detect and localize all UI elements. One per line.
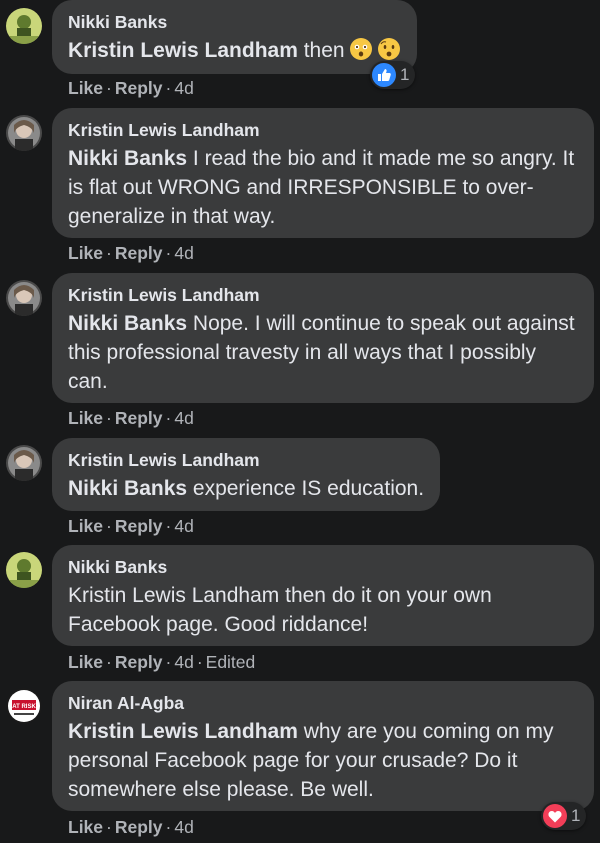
comment-author[interactable]: Nikki Banks (68, 11, 401, 33)
timestamp[interactable]: 4d (174, 243, 193, 263)
avatar-kristin-lewis-landham[interactable] (6, 115, 42, 151)
like-button[interactable]: Like (68, 652, 103, 672)
comment-actions: Like · Reply · 4d (68, 243, 194, 263)
avatar-nikki-banks[interactable] (6, 8, 42, 44)
comment-text: Nikki Banks experience IS education. (68, 477, 425, 500)
reply-button[interactable]: Reply (115, 516, 163, 536)
comment-text: Nikki Banks Nope. I will continue to spe… (68, 312, 575, 393)
comment-author[interactable]: Niran Al-Agba (68, 692, 578, 714)
reaction-count: 1 (571, 806, 581, 825)
comment-bubble: Kristin Lewis Landham Nikki Banks experi… (52, 438, 441, 511)
comment-actions: Like · Reply · 4d (68, 408, 194, 428)
comment-actions: Like · Reply · 4d (68, 817, 194, 837)
reply-button[interactable]: Reply (115, 243, 163, 263)
comment-author[interactable]: Nikki Banks (68, 556, 578, 578)
mention-link[interactable]: Nikki Banks (68, 477, 187, 500)
mention-link[interactable]: Nikki Banks (68, 312, 187, 335)
comment-bubble: Kristin Lewis Landham Nikki Banks Nope. … (52, 273, 594, 403)
comment-author[interactable]: Kristin Lewis Landham (68, 284, 578, 306)
like-icon (372, 63, 396, 87)
comment-actions: Like · Reply · 4d (68, 78, 194, 98)
like-button[interactable]: Like (68, 817, 103, 837)
avatar-kristin-lewis-landham[interactable] (6, 445, 42, 481)
like-button[interactable]: Like (68, 78, 103, 98)
reply-button[interactable]: Reply (115, 408, 163, 428)
heart-icon (543, 804, 567, 828)
comment-bubble: Niran Al-Agba Kristin Lewis Landham why … (52, 681, 594, 811)
edited-label[interactable]: Edited (206, 652, 256, 672)
comment-author[interactable]: Kristin Lewis Landham (68, 119, 578, 141)
comment-text: Kristin Lewis Landham then do it on your… (68, 584, 492, 636)
reaction-count: 1 (400, 65, 410, 84)
timestamp[interactable]: 4d (174, 78, 193, 98)
timestamp[interactable]: 4d (174, 817, 193, 837)
like-button[interactable]: Like (68, 243, 103, 263)
reply-button[interactable]: Reply (115, 78, 163, 98)
flushed-emoji-icon (349, 38, 372, 60)
timestamp[interactable]: 4d (174, 408, 193, 428)
comment-author[interactable]: Kristin Lewis Landham (68, 449, 424, 471)
comment-bubble: Kristin Lewis Landham Nikki Banks I read… (52, 108, 594, 238)
mention-link[interactable]: Kristin Lewis Landham (68, 720, 298, 743)
reaction-badge[interactable]: 1 (370, 61, 416, 89)
comment-actions: Like · Reply · 4d · Edited (68, 652, 256, 672)
hushed-emoji-icon (377, 38, 400, 60)
avatar-niran-al-agba[interactable]: AT RISK (6, 688, 42, 724)
mention-link[interactable]: Nikki Banks (68, 147, 187, 170)
svg-text:AT RISK: AT RISK (12, 704, 36, 710)
comment-text: Kristin Lewis Landham why are you coming… (68, 720, 554, 801)
timestamp[interactable]: 4d (174, 516, 193, 536)
comment-bubble: Nikki Banks Kristin Lewis Landham then (52, 0, 417, 74)
reply-button[interactable]: Reply (115, 652, 163, 672)
mention-link[interactable]: Kristin Lewis Landham (68, 39, 298, 62)
comment-bubble: Nikki Banks Kristin Lewis Landham then d… (52, 545, 594, 646)
reaction-badge[interactable]: 1 (541, 802, 587, 830)
comment-text: Kristin Lewis Landham then (68, 36, 401, 65)
like-button[interactable]: Like (68, 516, 103, 536)
avatar-kristin-lewis-landham[interactable] (6, 280, 42, 316)
avatar-nikki-banks[interactable] (6, 552, 42, 588)
reply-button[interactable]: Reply (115, 817, 163, 837)
comment-actions: Like · Reply · 4d (68, 516, 194, 536)
timestamp[interactable]: 4d (174, 652, 193, 672)
comment-text: Nikki Banks I read the bio and it made m… (68, 147, 575, 228)
like-button[interactable]: Like (68, 408, 103, 428)
